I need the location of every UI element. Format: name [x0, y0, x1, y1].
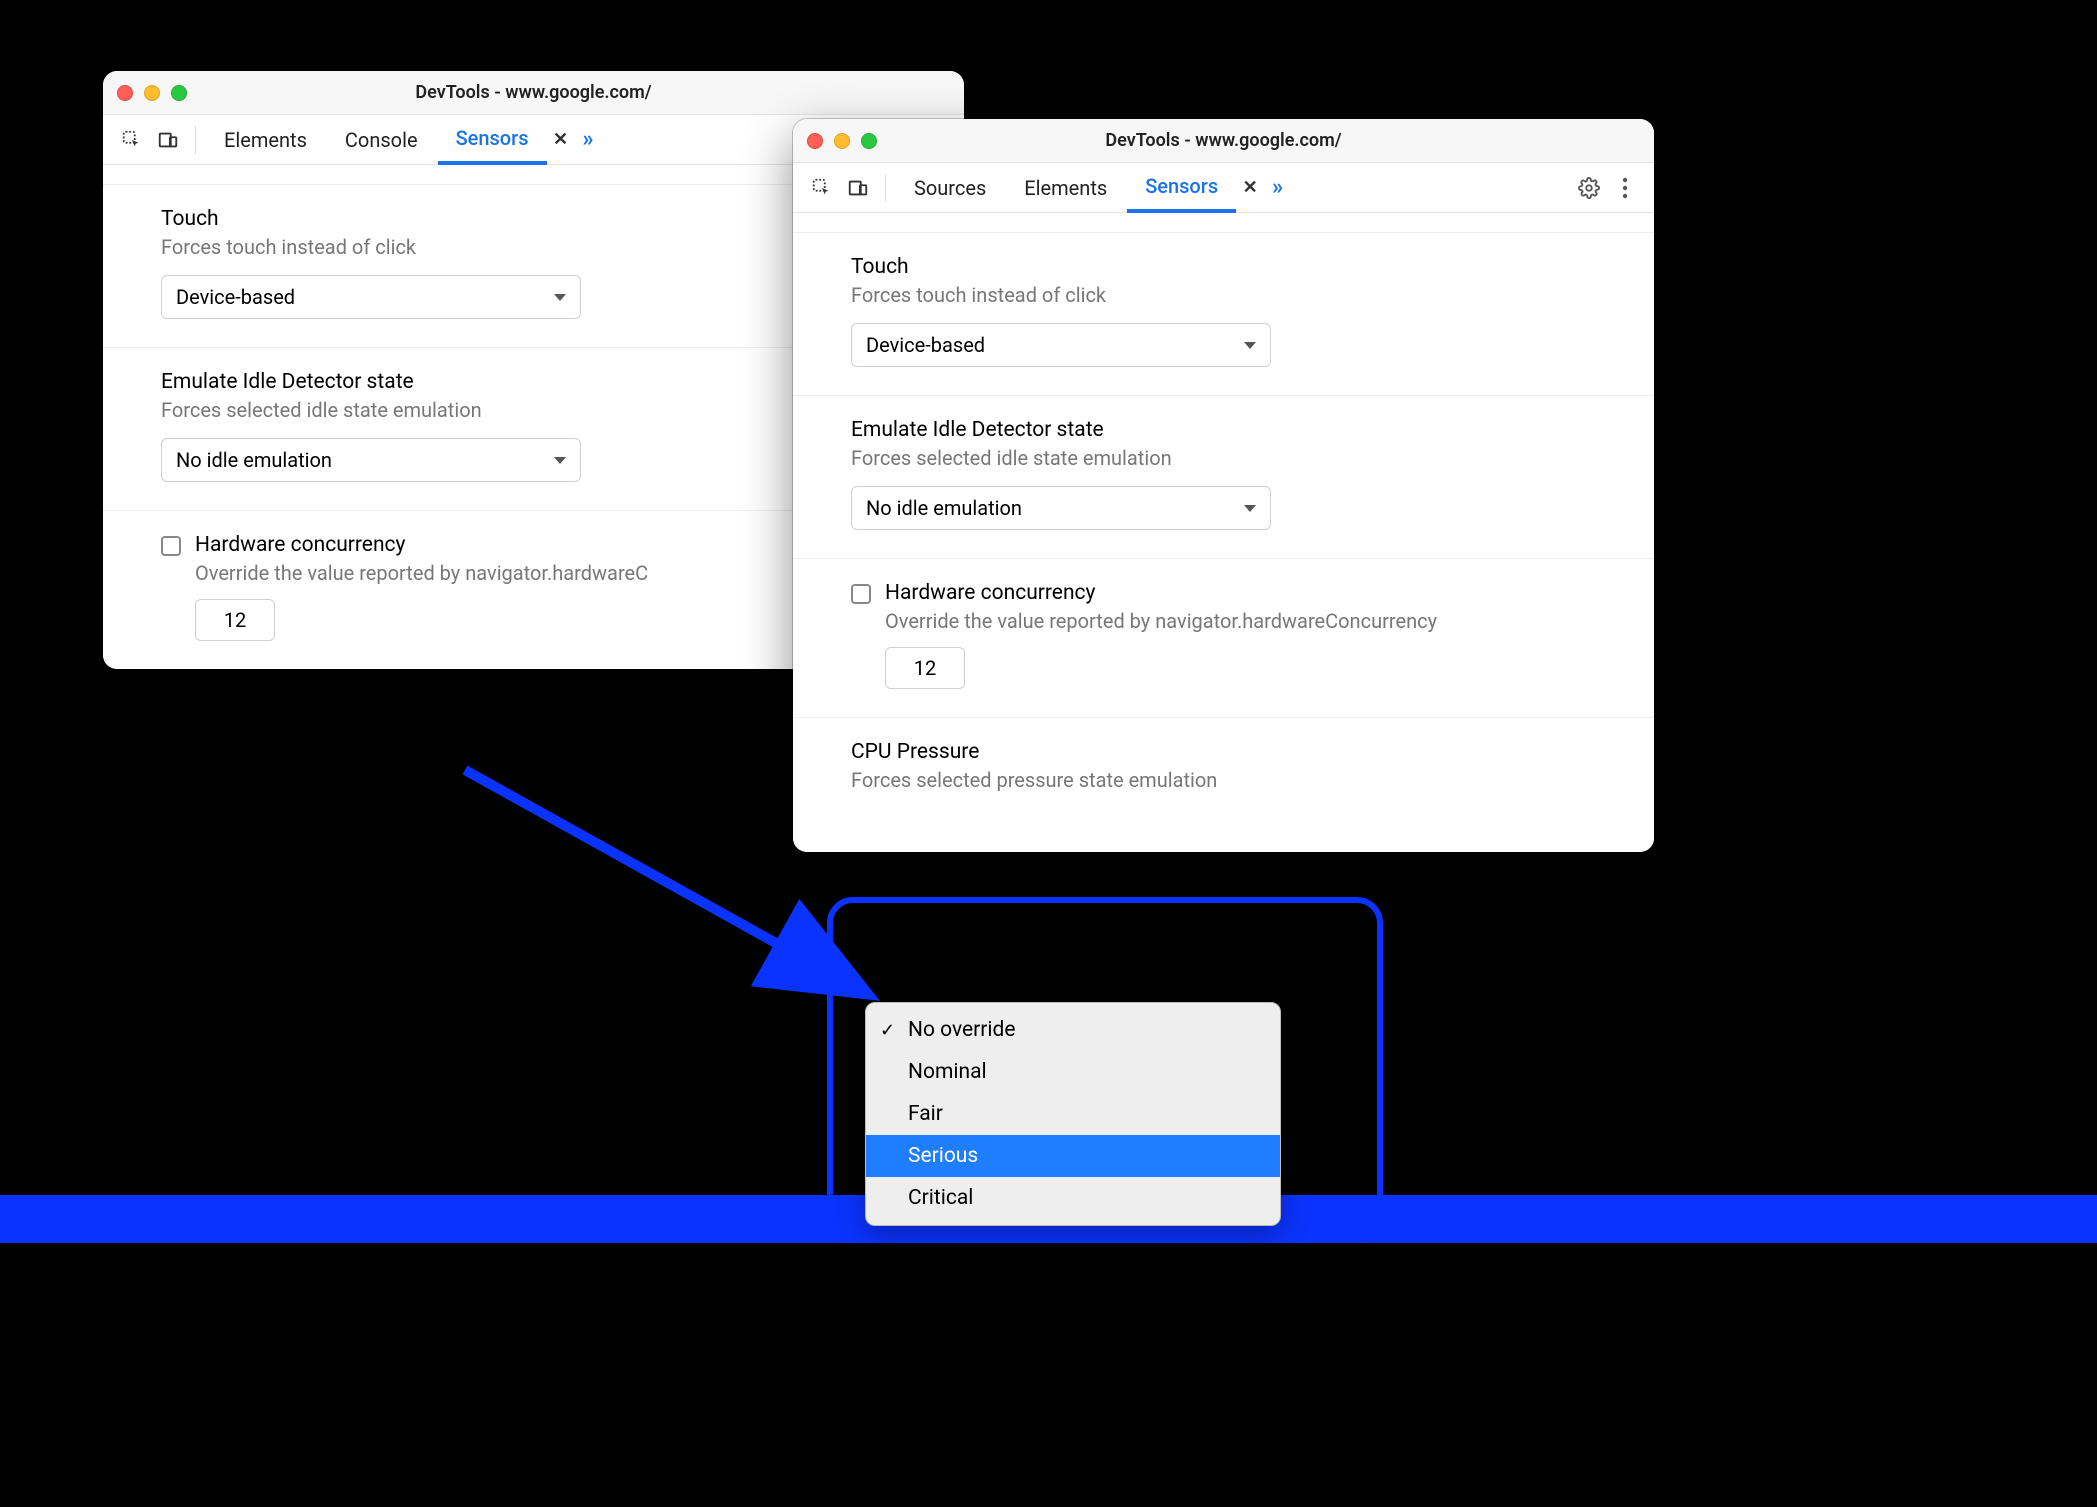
- cpu-pressure-heading: CPU Pressure: [851, 740, 1596, 764]
- cpu-option-no-override[interactable]: ✓ No override: [866, 1009, 1280, 1051]
- touch-subtext: Forces touch instead of click: [851, 283, 1596, 307]
- more-options-icon[interactable]: [1608, 171, 1642, 205]
- more-tabs-icon[interactable]: »: [1264, 175, 1287, 200]
- inspect-element-icon[interactable]: [805, 171, 839, 205]
- hw-concurrency-input[interactable]: 12: [195, 599, 275, 641]
- cpu-pressure-subtext: Forces selected pressure state emulation: [851, 768, 1596, 792]
- toolbar-divider: [885, 174, 886, 202]
- idle-select-value: No idle emulation: [176, 448, 332, 472]
- touch-select-value: Device-based: [176, 285, 295, 309]
- tab-console[interactable]: Console: [327, 115, 436, 165]
- hw-concurrency-checkbox[interactable]: [161, 536, 181, 556]
- cpu-option-label: Serious: [908, 1144, 978, 1168]
- zoom-window-button[interactable]: [861, 133, 877, 149]
- close-window-button[interactable]: [117, 85, 133, 101]
- cpu-option-critical[interactable]: Critical: [866, 1177, 1280, 1219]
- minimize-window-button[interactable]: [834, 133, 850, 149]
- hw-subtext: Override the value reported by navigator…: [195, 561, 648, 585]
- tab-sensors[interactable]: Sensors: [438, 115, 547, 165]
- window-title: DevTools - www.google.com/: [793, 130, 1654, 151]
- zoom-window-button[interactable]: [171, 85, 187, 101]
- cpu-pressure-dropdown[interactable]: ✓ No override Nominal Fair Serious Criti…: [865, 1002, 1281, 1226]
- devtools-toolbar: Sources Elements Sensors ✕ »: [793, 163, 1654, 213]
- hw-heading: Hardware concurrency: [885, 581, 1437, 605]
- sensors-panel: Touch Forces touch instead of click Devi…: [793, 213, 1654, 852]
- window-controls: [807, 133, 877, 149]
- cpu-option-label: Fair: [908, 1102, 943, 1126]
- minimize-window-button[interactable]: [144, 85, 160, 101]
- touch-section: Touch Forces touch instead of click Devi…: [793, 233, 1654, 396]
- titlebar: DevTools - www.google.com/: [103, 71, 964, 115]
- cpu-option-fair[interactable]: Fair: [866, 1093, 1280, 1135]
- cpu-option-label: Nominal: [908, 1060, 987, 1084]
- touch-select[interactable]: Device-based: [851, 323, 1271, 367]
- touch-select[interactable]: Device-based: [161, 275, 581, 319]
- hw-concurrency-checkbox[interactable]: [851, 584, 871, 604]
- idle-heading: Emulate Idle Detector state: [851, 418, 1596, 442]
- titlebar: DevTools - www.google.com/: [793, 119, 1654, 163]
- panel-sliver: [793, 213, 1654, 233]
- toolbar-divider: [195, 126, 196, 154]
- window-title: DevTools - www.google.com/: [103, 82, 964, 103]
- touch-heading: Touch: [851, 255, 1596, 279]
- tab-sensors[interactable]: Sensors: [1127, 163, 1236, 213]
- idle-section: Emulate Idle Detector state Forces selec…: [793, 396, 1654, 559]
- hw-concurrency-input[interactable]: 12: [885, 647, 965, 689]
- caret-down-icon: [1244, 505, 1256, 512]
- tab-close-icon[interactable]: ✕: [549, 128, 573, 152]
- inspect-element-icon[interactable]: [115, 123, 149, 157]
- hw-subtext: Override the value reported by navigator…: [885, 609, 1437, 633]
- tab-sources[interactable]: Sources: [896, 163, 1004, 213]
- caret-down-icon: [554, 294, 566, 301]
- cpu-option-serious[interactable]: Serious: [866, 1135, 1280, 1177]
- idle-select[interactable]: No idle emulation: [851, 486, 1271, 530]
- idle-select-value: No idle emulation: [866, 496, 1022, 520]
- device-toolbar-icon[interactable]: [151, 123, 185, 157]
- tab-close-icon[interactable]: ✕: [1238, 176, 1262, 200]
- idle-subtext: Forces selected idle state emulation: [851, 446, 1596, 470]
- hw-heading: Hardware concurrency: [195, 533, 648, 557]
- close-window-button[interactable]: [807, 133, 823, 149]
- cpu-option-label: No override: [908, 1018, 1015, 1042]
- caret-down-icon: [554, 457, 566, 464]
- checkmark-icon: ✓: [880, 1020, 895, 1041]
- cpu-option-label: Critical: [908, 1186, 973, 1210]
- caret-down-icon: [1244, 342, 1256, 349]
- tab-elements[interactable]: Elements: [206, 115, 325, 165]
- cpu-pressure-section: CPU Pressure Forces selected pressure st…: [793, 718, 1654, 852]
- touch-select-value: Device-based: [866, 333, 985, 357]
- window-controls: [117, 85, 187, 101]
- tab-elements[interactable]: Elements: [1006, 163, 1125, 213]
- cpu-option-nominal[interactable]: Nominal: [866, 1051, 1280, 1093]
- devtools-window-right: DevTools - www.google.com/ Sources Eleme…: [793, 119, 1654, 852]
- idle-select[interactable]: No idle emulation: [161, 438, 581, 482]
- device-toolbar-icon[interactable]: [841, 171, 875, 205]
- more-tabs-icon[interactable]: »: [575, 127, 598, 152]
- hardware-concurrency-section: Hardware concurrency Override the value …: [793, 559, 1654, 718]
- settings-gear-icon[interactable]: [1572, 171, 1606, 205]
